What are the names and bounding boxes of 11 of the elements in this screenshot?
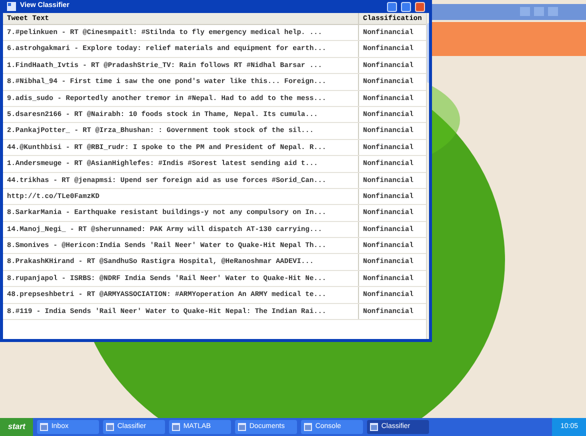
maximize-button[interactable] [401,2,411,12]
window-icon [7,2,16,11]
window-icon [370,423,378,431]
close-button[interactable] [415,2,425,12]
start-button[interactable]: start [0,418,34,436]
window-icon [40,423,48,431]
window-icon [238,423,246,431]
window-icon [172,423,180,431]
window-icon [304,423,312,431]
minimize-button[interactable] [387,2,397,12]
window-icon [106,423,114,431]
